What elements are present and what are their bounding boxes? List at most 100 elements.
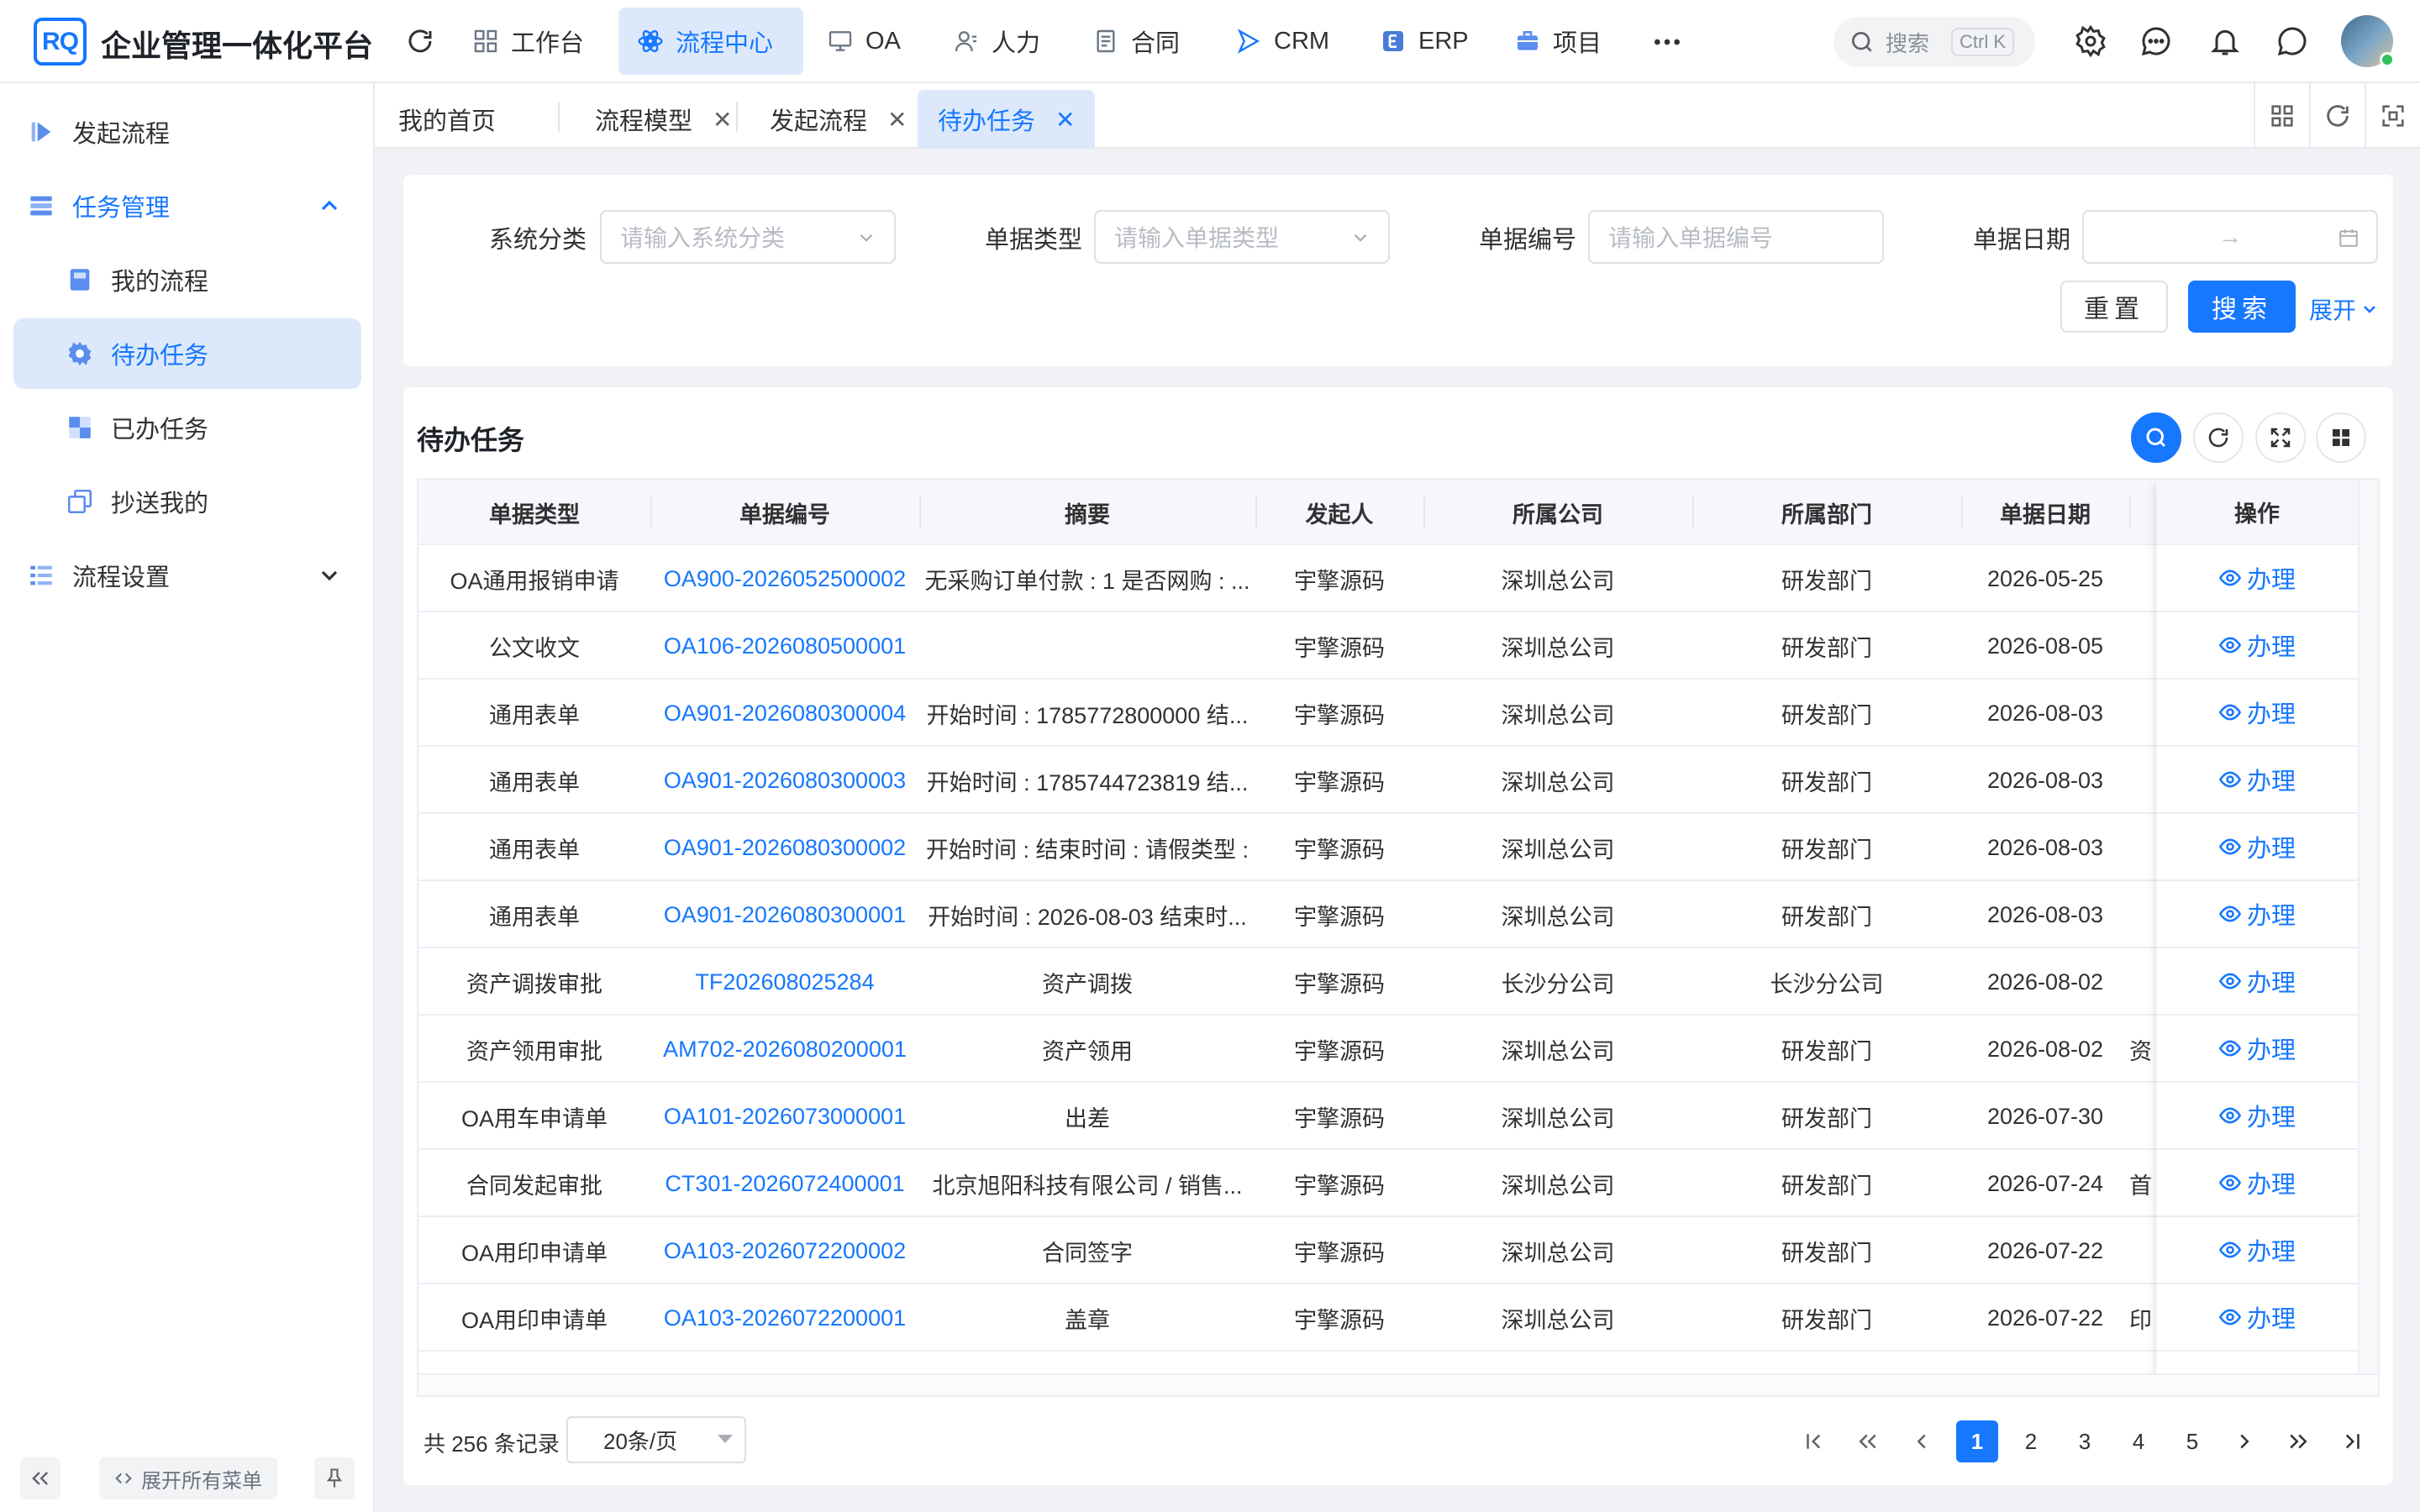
sidebar-item-done-tasks[interactable]: 已办任务 bbox=[13, 392, 361, 463]
handle-action-button[interactable]: 办理 bbox=[2156, 612, 2358, 680]
handle-action-button[interactable]: 办理 bbox=[2156, 881, 2358, 948]
handle-action-button[interactable]: 办理 bbox=[2156, 814, 2358, 881]
bell-icon[interactable] bbox=[2208, 24, 2242, 58]
handle-action-button[interactable]: 办理 bbox=[2156, 680, 2358, 747]
page-button[interactable]: 4 bbox=[2118, 1420, 2160, 1462]
table-row[interactable]: 通用表单 OA901-2026080300001 开始时间 : 2026-08-03… bbox=[418, 881, 2378, 948]
vertical-scrollbar-gutter[interactable] bbox=[2358, 480, 2378, 1395]
expand-all-menus-button[interactable]: 展开所有菜单 bbox=[99, 1457, 277, 1499]
system-category-select[interactable]: 请输入系统分类 bbox=[600, 210, 896, 264]
handle-action-button[interactable]: 办理 bbox=[2156, 747, 2358, 814]
table-row[interactable]: 合同发起审批 CT301-2026072400001 北京旭阳科技有限公司 / 销售… bbox=[418, 1150, 2378, 1217]
column-header[interactable]: 所属部门 bbox=[1692, 480, 1961, 545]
tab-refresh-button[interactable] bbox=[2309, 83, 2365, 149]
table-row[interactable]: OA用印申请单 OA103-2026072200002 合同签字 宇擎源码 深圳总公司 研… bbox=[418, 1217, 2378, 1284]
table-row[interactable]: 通用表单 OA901-2026080300003 开始时间 : 1785744723… bbox=[418, 747, 2378, 814]
doc-number-link[interactable]: TF202608025284 bbox=[650, 948, 919, 1016]
doc-type-select[interactable]: 请输入单据类型 bbox=[1094, 210, 1390, 264]
sidebar-item-cc-to-me[interactable]: 抄送我的 bbox=[13, 466, 361, 537]
close-icon[interactable]: ✕ bbox=[887, 106, 907, 134]
page-button[interactable]: 5 bbox=[2171, 1420, 2213, 1462]
sidebar-group-flow-settings[interactable]: 流程设置 bbox=[13, 540, 361, 611]
column-header[interactable]: 发起人 bbox=[1255, 480, 1423, 545]
tab-home[interactable]: 我的首页 bbox=[378, 90, 516, 149]
last-page-button[interactable] bbox=[2331, 1420, 2373, 1462]
table-row[interactable]: 资产领用审批 AM702-2026080200001 资产领用 宇擎源码 深圳总公司 研发… bbox=[418, 1016, 2378, 1083]
tab-start-flow[interactable]: 发起流程 ✕ bbox=[750, 90, 927, 149]
table-row[interactable]: 资产调拨审批 TF202608025284 资产调拨 宇擎源码 长沙分公司 长沙分公司 20… bbox=[418, 948, 2378, 1016]
column-settings-button[interactable] bbox=[2316, 412, 2366, 463]
table-row[interactable]: OA用车申请单 OA101-2026073000001 出差 宇擎源码 深圳总公司 研发部… bbox=[418, 1083, 2378, 1150]
doc-number-link[interactable]: CT301-2026072400001 bbox=[650, 1150, 919, 1217]
doc-number-link[interactable]: OA901-2026080300004 bbox=[650, 680, 919, 747]
handle-action-button[interactable]: 办理 bbox=[2156, 1217, 2358, 1284]
doc-date-range-picker[interactable]: → bbox=[2082, 210, 2378, 264]
handle-action-button[interactable]: 办理 bbox=[2156, 1083, 2358, 1150]
toggle-search-button[interactable] bbox=[2131, 412, 2181, 463]
tab-layout-button[interactable] bbox=[2254, 83, 2309, 149]
doc-number-link[interactable]: OA901-2026080300003 bbox=[650, 747, 919, 814]
app-logo[interactable]: RQ bbox=[34, 18, 87, 66]
refresh-icon[interactable] bbox=[405, 26, 435, 56]
doc-number-input[interactable]: 请输入单据编号 bbox=[1588, 210, 1884, 264]
nav-erp[interactable]: ERP bbox=[1361, 8, 1487, 75]
next-five-pages-button[interactable] bbox=[2277, 1420, 2319, 1462]
expand-filter-link[interactable]: 展开 bbox=[2309, 292, 2380, 326]
doc-number-link[interactable]: AM702-2026080200001 bbox=[650, 1016, 919, 1083]
table-row[interactable]: 通用表单 OA901-2026080300004 开始时间 : 1785772800… bbox=[418, 680, 2378, 747]
table-row[interactable]: 通用表单 OA901-2026080300002 开始时间 : 结束时间 : 请假类… bbox=[418, 814, 2378, 881]
pin-sidebar-button[interactable] bbox=[314, 1457, 355, 1499]
sidebar-item-pending-tasks[interactable]: 待办任务 bbox=[13, 318, 361, 389]
close-icon[interactable]: ✕ bbox=[1055, 106, 1075, 134]
next-page-button[interactable] bbox=[2223, 1420, 2265, 1462]
tab-fullscreen-button[interactable] bbox=[2365, 83, 2420, 149]
close-icon[interactable]: ✕ bbox=[713, 106, 732, 134]
doc-number-link[interactable]: OA103-2026072200002 bbox=[650, 1217, 919, 1284]
table-fullscreen-button[interactable] bbox=[2255, 412, 2306, 463]
sidebar-group-task-management[interactable]: 任务管理 bbox=[13, 171, 361, 241]
doc-number-link[interactable]: OA101-2026073000001 bbox=[650, 1083, 919, 1150]
table-row[interactable]: OA通用报销申请 OA900-2026052500002 无采购订单付款 : 1 是… bbox=[418, 545, 2378, 612]
prev-page-button[interactable] bbox=[1901, 1420, 1943, 1462]
handle-action-button[interactable]: 办理 bbox=[2156, 1016, 2358, 1083]
table-row[interactable]: OA用印申请单 OA103-2026072200001 盖章 宇擎源码 深圳总公司 研发部… bbox=[418, 1284, 2378, 1352]
nav-contract[interactable]: 合同 bbox=[1074, 8, 1198, 75]
column-header[interactable]: 单据类型 bbox=[418, 480, 650, 545]
handle-action-button[interactable]: 办理 bbox=[2156, 1284, 2358, 1352]
prev-five-pages-button[interactable] bbox=[1847, 1420, 1889, 1462]
collapse-sidebar-button[interactable] bbox=[20, 1457, 60, 1499]
doc-number-link[interactable]: OA901-2026080300002 bbox=[650, 814, 919, 881]
nav-workflow-center[interactable]: 流程中心 bbox=[618, 8, 803, 75]
doc-number-link[interactable]: OA901-2026080300001 bbox=[650, 881, 919, 948]
tab-flow-model[interactable]: 流程模型 ✕ bbox=[575, 90, 752, 149]
nav-workbench[interactable]: 工作台 bbox=[454, 8, 602, 75]
column-header[interactable]: 所属公司 bbox=[1423, 480, 1692, 545]
search-button[interactable]: 搜索 bbox=[2188, 281, 2296, 333]
horizontal-scrollbar[interactable] bbox=[418, 1373, 2378, 1395]
page-button[interactable]: 3 bbox=[2064, 1420, 2106, 1462]
nav-hr[interactable]: 人力 bbox=[934, 8, 1059, 75]
global-search[interactable]: 搜索 Ctrl K bbox=[1833, 17, 2035, 67]
handle-action-button[interactable]: 办理 bbox=[2156, 545, 2358, 612]
sidebar-item-start-flow[interactable]: 发起流程 bbox=[13, 97, 361, 167]
handle-action-button[interactable]: 办理 bbox=[2156, 948, 2358, 1016]
column-header[interactable]: 单据编号 bbox=[650, 480, 919, 545]
handle-action-button[interactable]: 办理 bbox=[2156, 1150, 2358, 1217]
tab-pending-tasks[interactable]: 待办任务 ✕ bbox=[918, 90, 1096, 149]
chat-icon[interactable] bbox=[2275, 24, 2309, 58]
more-icon[interactable] bbox=[1649, 25, 1686, 59]
message-icon[interactable] bbox=[2139, 24, 2173, 58]
page-button[interactable]: 1 bbox=[1956, 1420, 1998, 1462]
nav-project[interactable]: 项目 bbox=[1496, 8, 1620, 75]
nav-crm[interactable]: CRM bbox=[1217, 8, 1348, 75]
table-row[interactable]: 公文收文 OA106-2026080500001 宇擎源码 深圳总公司 研发部门 2026… bbox=[418, 612, 2378, 680]
page-size-select[interactable]: 20条/页 bbox=[566, 1416, 746, 1463]
column-header[interactable]: 摘要 bbox=[919, 480, 1255, 545]
doc-number-link[interactable]: OA106-2026080500001 bbox=[650, 612, 919, 680]
doc-number-link[interactable]: OA103-2026072200001 bbox=[650, 1284, 919, 1352]
settings-icon[interactable] bbox=[2074, 24, 2107, 58]
doc-number-link[interactable]: OA900-2026052500002 bbox=[650, 545, 919, 612]
first-page-button[interactable] bbox=[1793, 1420, 1835, 1462]
column-header[interactable]: 单据日期 bbox=[1961, 480, 2129, 545]
table-refresh-button[interactable] bbox=[2193, 412, 2244, 463]
